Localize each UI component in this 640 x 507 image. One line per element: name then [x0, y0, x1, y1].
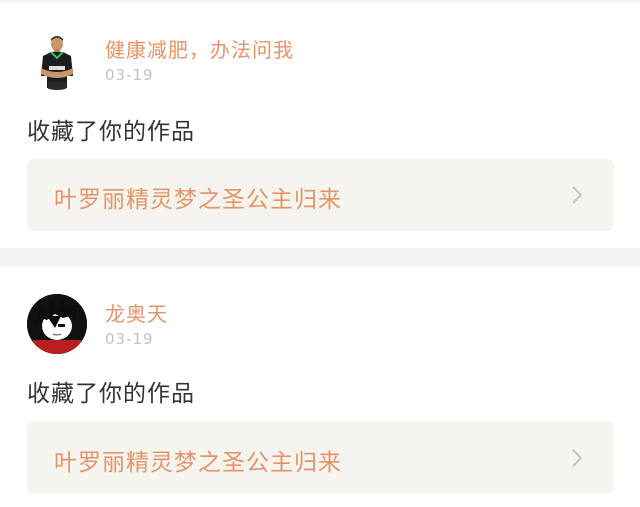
feed-item: 健康减肥，办法问我 03-19 收藏了你的作品 叶罗丽精灵梦之圣公主归来	[0, 2, 640, 248]
chevron-right-icon	[572, 186, 583, 204]
avatar-cartoon-boy-icon	[27, 294, 87, 354]
avatar[interactable]	[27, 294, 87, 354]
timestamp: 03-19	[105, 66, 154, 84]
section-divider	[0, 248, 640, 266]
avatar-athlete-icon	[27, 30, 87, 90]
work-link[interactable]: 叶罗丽精灵梦之圣公主归来	[27, 422, 614, 494]
notification-feed: 健康减肥，办法问我 03-19 收藏了你的作品 叶罗丽精灵梦之圣公主归来 龙奥天…	[0, 0, 640, 507]
feed-item: 龙奥天 03-19 收藏了你的作品 叶罗丽精灵梦之圣公主归来	[0, 266, 640, 507]
timestamp: 03-19	[105, 330, 154, 348]
chevron-right-icon	[572, 449, 583, 467]
work-title: 叶罗丽精灵梦之圣公主归来	[54, 450, 342, 476]
work-title: 叶罗丽精灵梦之圣公主归来	[54, 187, 342, 213]
activity-text: 收藏了你的作品	[27, 381, 195, 407]
username[interactable]: 龙奥天	[105, 298, 168, 327]
avatar[interactable]	[27, 30, 87, 90]
username[interactable]: 健康减肥，办法问我	[105, 34, 294, 63]
activity-text: 收藏了你的作品	[27, 119, 195, 145]
work-link[interactable]: 叶罗丽精灵梦之圣公主归来	[27, 159, 614, 231]
